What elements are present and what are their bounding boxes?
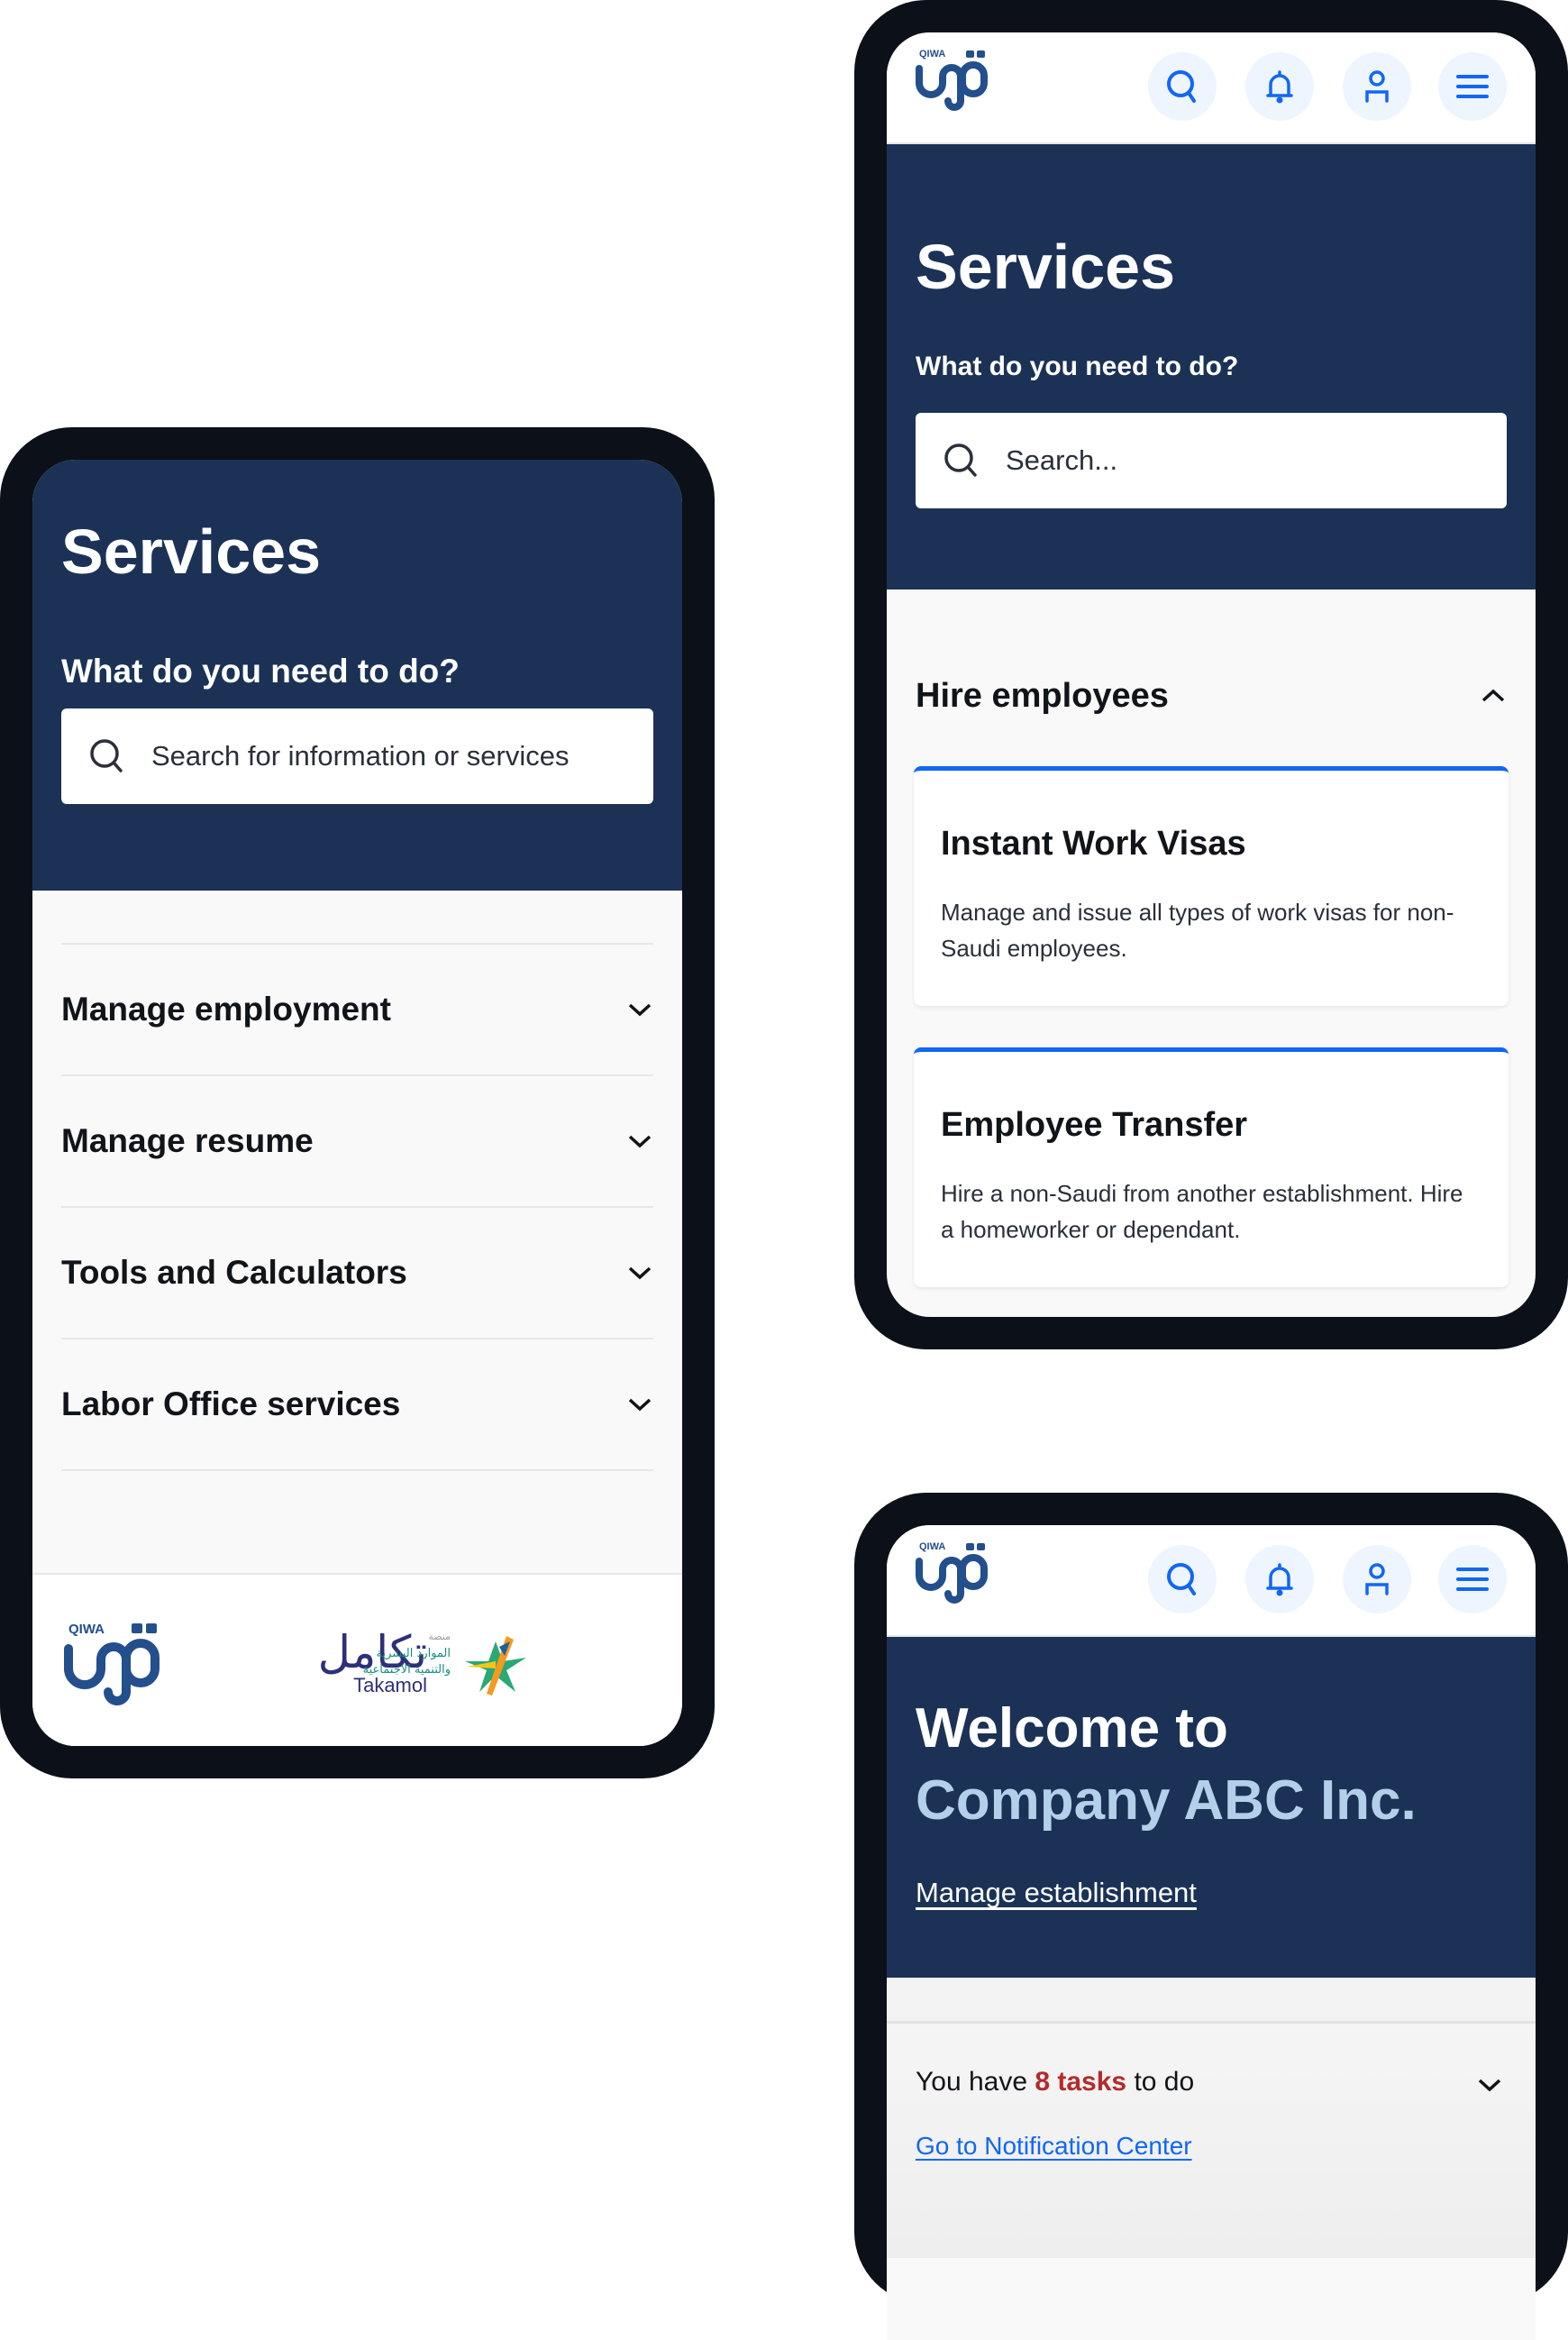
chevron-down-icon [628,1135,652,1148]
notifications-button[interactable] [1245,52,1314,121]
company-name: Company ABC Inc. [916,1769,1417,1832]
accordion-label: Labor Office services [61,1385,401,1422]
search-icon [90,739,123,772]
tasks-panel: You have 8 tasks to do Go to Notificatio… [887,2021,1536,2258]
user-icon [1365,1563,1389,1595]
spacer [887,1978,1536,2021]
account-button[interactable] [1343,1545,1411,1613]
bell-icon [1266,70,1293,104]
services-accordion: Manage employment Manage resume Tools an… [32,891,682,1471]
phone-screen: Services What do you need to do? Manage … [32,460,682,1746]
notification-center-link[interactable]: Go to Notification Center [916,2132,1192,2161]
divider [61,1469,653,1471]
service-card-instant-work-visas[interactable]: Instant Work Visas Manage and issue all … [914,766,1509,1006]
manage-establishment-link[interactable]: Manage establishment [916,1877,1197,1909]
footer-partner-logos: QIWA تكامل Takamol منصة الموارد البشرية … [32,1573,682,1746]
search-input[interactable] [1004,443,1481,478]
hrsd-emblem-icon [465,1636,526,1696]
search-field[interactable] [916,413,1507,508]
accordion-labor-office[interactable]: Labor Office services [61,1338,653,1469]
account-button[interactable] [1343,52,1411,121]
accordion-label: Manage employment [61,991,391,1028]
chevron-down-icon[interactable] [1476,2076,1503,2094]
service-card-employee-transfer[interactable]: Employee Transfer Hire a non-Saudi from … [914,1047,1509,1287]
hrsd-top-text: منصة [428,1631,451,1642]
card-title: Employee Transfer [941,1106,1248,1144]
tasks-summary[interactable]: You have 8 tasks to do [916,2067,1194,2098]
top-navigation-bar: QIWA [887,1525,1536,1637]
phone-services-list: Services What do you need to do? Manage … [0,427,715,1778]
card-description: Hire a non-Saudi from another establishm… [941,1180,1463,1243]
notifications-button[interactable] [1245,1545,1314,1613]
accordion-manage-resume[interactable]: Manage resume [61,1074,653,1206]
search-icon [944,443,977,477]
chevron-up-icon [1481,689,1505,702]
top-navigation-bar: QIWA [887,32,1536,144]
qiwa-logo: QIWA [59,1622,177,1721]
phone-hire-employees: QIWA Services What do you need to do? Se… [854,0,1568,1349]
accordion-label: Tools and Calculators [61,1254,407,1291]
page-title: Services [61,516,322,587]
accordion-label: Hire employees [916,676,1169,715]
services-hero: Services What do you need to do? [32,460,682,891]
accordion-label: Manage resume [61,1122,314,1159]
hrsd-line1: الموارد البشرية [376,1647,451,1660]
search-input[interactable] [150,739,627,773]
menu-icon [1456,75,1489,98]
phone-dashboard: QIWA Welcome to Company ABC Inc. Manage … [854,1493,1568,2340]
service-cards: Instant Work Visas Manage and issue all … [887,766,1536,1287]
menu-button[interactable] [1438,52,1507,121]
page-title: Services [916,232,1176,302]
chevron-down-icon [628,1003,652,1017]
qiwa-logo[interactable]: QIWA [914,1541,1000,1615]
menu-icon [1456,1568,1489,1591]
search-icon [1167,70,1196,103]
qiwa-logo[interactable]: QIWA [914,49,1000,123]
search-button[interactable] [1148,52,1217,121]
user-icon [1365,70,1389,103]
tasks-count: 8 tasks [1035,2067,1127,2097]
card-title: Instant Work Visas [941,825,1246,863]
search-button[interactable] [1148,1545,1217,1613]
search-prompt: What do you need to do? [61,653,460,690]
card-description: Manage and issue all types of work visas… [941,899,1454,962]
tasks-suffix: to do [1126,2067,1195,2097]
welcome-heading: Welcome to Company ABC Inc. [916,1693,1417,1837]
tasks-prefix: You have [916,2067,1035,2097]
hrsd-line2: والتنمية الاجتماعية [362,1663,451,1677]
hrsd-logo: منصة الموارد البشرية والتنمية الاجتماعية [339,1631,555,1712]
chevron-down-icon [628,1266,652,1280]
chevron-down-icon [628,1398,652,1412]
accordion-tools-calculators[interactable]: Tools and Calculators [61,1206,653,1338]
accordion-hire-employees[interactable]: Hire employees [916,590,1507,748]
search-field[interactable] [61,708,653,804]
welcome-hero: Welcome to Company ABC Inc. Manage estab… [887,1637,1536,1978]
phone-screen: QIWA Services What do you need to do? Se… [887,32,1536,1317]
services-hero: Services What do you need to do? [887,144,1536,590]
menu-button[interactable] [1438,1545,1507,1613]
bell-icon [1266,1563,1293,1596]
search-icon [1167,1563,1196,1595]
search-prompt: What do you need to do? [916,352,1239,381]
welcome-line: Welcome to [916,1697,1228,1760]
accordion-manage-employment[interactable]: Manage employment [61,943,653,1074]
phone-screen: QIWA Welcome to Company ABC Inc. Manage … [887,1525,1536,2340]
